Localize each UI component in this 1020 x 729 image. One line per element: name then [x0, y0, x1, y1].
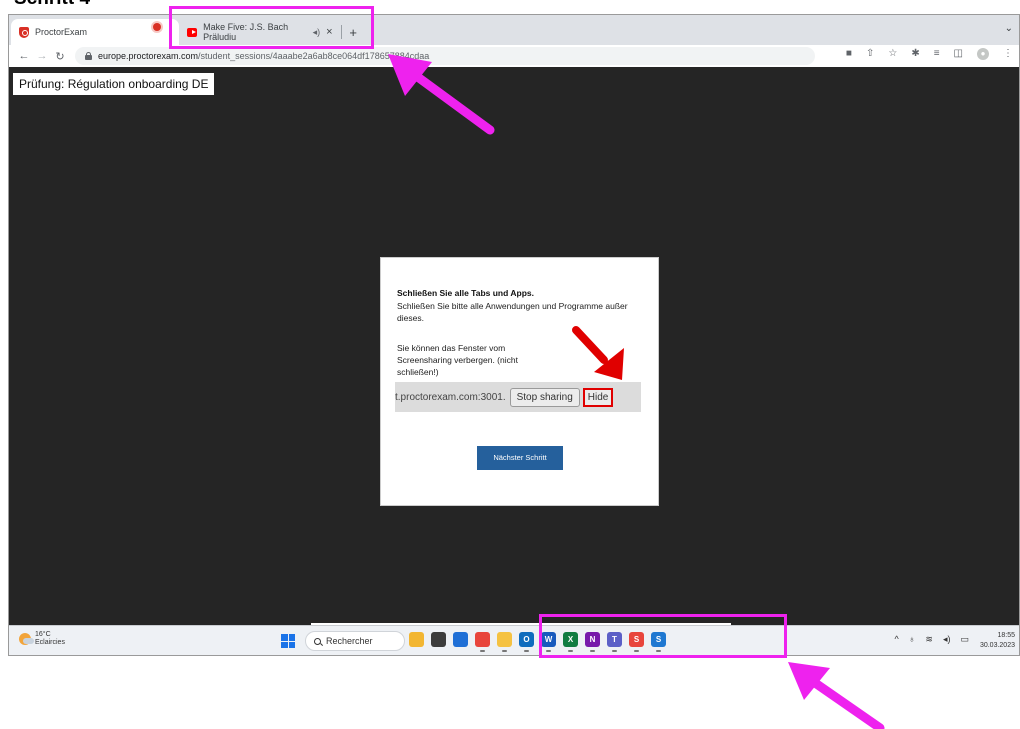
annotation-arrows	[388, 54, 885, 729]
magenta-arrow-to-taskbar	[788, 662, 885, 729]
red-arrow-to-hide-button	[572, 326, 624, 380]
magenta-arrow-to-tab	[388, 54, 495, 135]
screenshot-root: Schritt 4 ProctorExam Make Five: J.S. Ba…	[0, 0, 1020, 729]
